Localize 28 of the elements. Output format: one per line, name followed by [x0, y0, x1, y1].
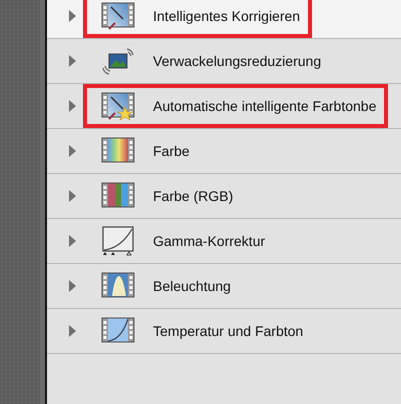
wand-star-film-icon — [101, 91, 135, 121]
effect-label: Temperatur und Farbton — [153, 323, 304, 339]
collapsed-arrow-icon[interactable] — [68, 100, 76, 112]
effect-item[interactable]: Farbe (RGB) — [47, 174, 401, 219]
collapsed-arrow-icon[interactable] — [68, 10, 76, 22]
collapsed-arrow-icon[interactable] — [68, 235, 76, 247]
curve-graph-icon — [101, 226, 135, 256]
effect-label: Verwackelungsreduzierung — [153, 53, 322, 69]
effect-label: Gamma-Korrektur — [153, 233, 266, 249]
collapsed-arrow-icon[interactable] — [68, 280, 76, 292]
effect-label: Automatische intelligente Farbtonbe — [153, 98, 376, 114]
effect-item[interactable]: Automatische intelligente Farbtonbe — [47, 84, 401, 129]
wand-film-icon — [101, 1, 135, 31]
effect-item[interactable]: Farbe — [47, 129, 401, 174]
shaking-photo-icon — [101, 46, 135, 76]
collapsed-arrow-icon[interactable] — [68, 145, 76, 157]
collapsed-arrow-icon[interactable] — [68, 325, 76, 337]
effect-label: Farbe (RGB) — [153, 188, 234, 204]
collapsed-arrow-icon[interactable] — [68, 190, 76, 202]
effect-label: Intelligentes Korrigieren — [153, 8, 300, 24]
effect-label: Beleuchtung — [153, 278, 231, 294]
effect-item[interactable]: Verwackelungsreduzierung — [47, 39, 401, 84]
effect-item[interactable]: Gamma-Korrektur — [47, 219, 401, 264]
effect-item[interactable]: Intelligentes Korrigieren — [47, 0, 401, 39]
effect-item[interactable]: Temperatur und Farbton — [47, 309, 401, 354]
effect-label: Farbe — [153, 143, 190, 159]
collapsed-arrow-icon[interactable] — [68, 55, 76, 67]
effect-item[interactable]: Beleuchtung — [47, 264, 401, 309]
